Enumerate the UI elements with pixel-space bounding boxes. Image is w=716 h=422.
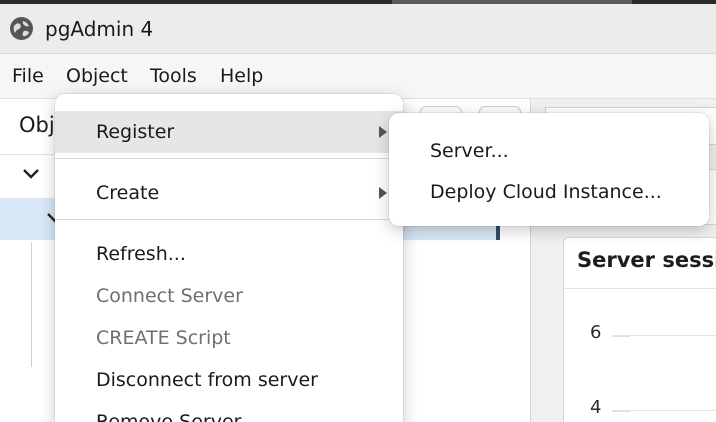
gridline bbox=[614, 410, 716, 411]
menu-item-register[interactable]: Register bbox=[55, 111, 403, 153]
submenu-item-label: Deploy Cloud Instance... bbox=[430, 181, 662, 203]
menu-item-label: Connect Server bbox=[96, 285, 243, 307]
menu-item-refresh[interactable]: Refresh... bbox=[55, 233, 403, 275]
y-tick-label: 6 bbox=[590, 322, 602, 343]
title-bar: pgAdmin 4 bbox=[0, 4, 716, 54]
object-menu-dropdown: Register Create Refresh... Connect Serve… bbox=[55, 94, 403, 422]
tree-guide-line bbox=[31, 242, 32, 367]
submenu-item-server[interactable]: Server... bbox=[389, 132, 709, 172]
submenu-arrow-icon bbox=[379, 126, 387, 138]
register-submenu: Server... Deploy Cloud Instance... bbox=[389, 113, 709, 226]
menu-help[interactable]: Help bbox=[220, 65, 263, 87]
menu-item-disconnect-server[interactable]: Disconnect from server bbox=[55, 359, 403, 401]
y-tick-label: 4 bbox=[590, 397, 602, 418]
menu-item-connect-server: Connect Server bbox=[55, 275, 403, 317]
server-sessions-card: Server sessio 6 4 bbox=[563, 237, 716, 422]
menu-item-label: CREATE Script bbox=[96, 327, 231, 349]
card-title: Server sessio bbox=[577, 248, 716, 272]
menu-tools[interactable]: Tools bbox=[150, 65, 197, 87]
card-divider bbox=[564, 288, 716, 289]
submenu-item-deploy-cloud-instance[interactable]: Deploy Cloud Instance... bbox=[389, 173, 709, 213]
submenu-item-label: Server... bbox=[430, 140, 509, 162]
menu-item-create[interactable]: Create bbox=[55, 172, 403, 214]
menu-item-create-script: CREATE Script bbox=[55, 317, 403, 359]
chevron-down-icon[interactable] bbox=[22, 167, 40, 181]
submenu-arrow-icon bbox=[379, 187, 387, 199]
menu-bar: File Object Tools Help bbox=[0, 54, 716, 99]
object-explorer-tab[interactable]: Obj bbox=[19, 113, 55, 137]
menu-object[interactable]: Object bbox=[66, 65, 128, 87]
menu-item-remove-server[interactable]: Remove Server bbox=[55, 401, 403, 422]
gridline bbox=[614, 335, 716, 336]
menu-separator bbox=[55, 219, 403, 220]
window-title: pgAdmin 4 bbox=[45, 17, 154, 41]
menu-item-label: Disconnect from server bbox=[96, 369, 318, 391]
menu-item-label: Register bbox=[96, 121, 175, 143]
pgadmin-globe-icon bbox=[10, 17, 33, 40]
pgadmin-window: pgAdmin 4 File Object Tools Help Obj Ser… bbox=[0, 0, 716, 422]
menu-separator bbox=[55, 158, 403, 159]
menu-item-label: Create bbox=[96, 182, 160, 204]
menu-file[interactable]: File bbox=[12, 65, 44, 87]
menu-item-label: Refresh... bbox=[96, 243, 186, 265]
menu-item-label: Remove Server bbox=[96, 411, 242, 422]
